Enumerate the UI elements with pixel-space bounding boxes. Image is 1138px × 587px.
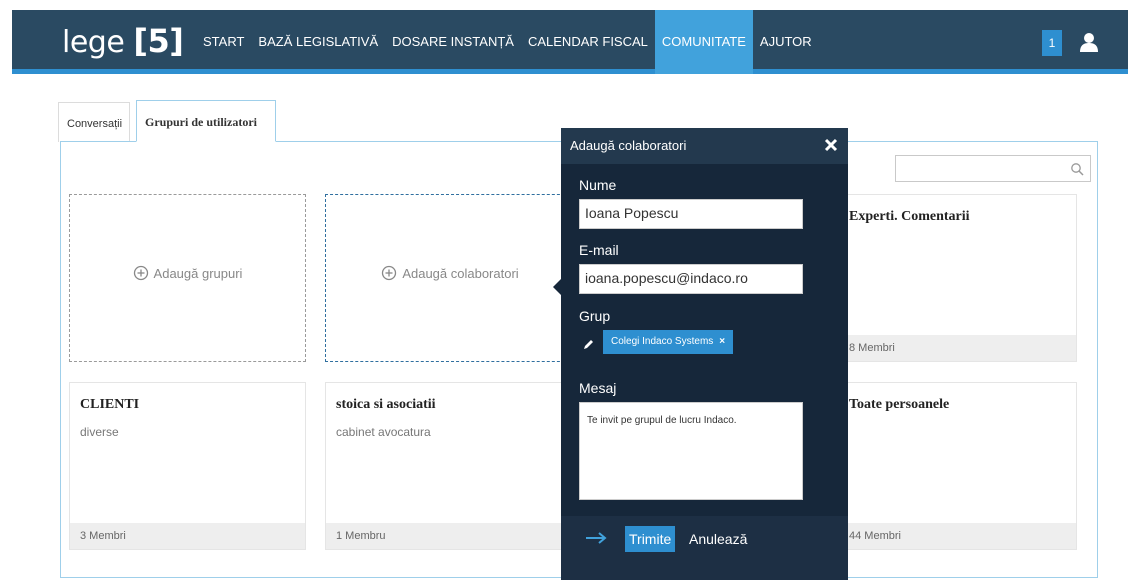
group-subtitle: diverse [80,425,119,439]
menu-item-ajutor[interactable]: AJUTOR [753,10,819,74]
logo-word: lege [62,25,125,60]
email-field[interactable]: ioana.popescu@indaco.ro [579,264,803,294]
plus-circle-icon [133,265,148,281]
logo-close-bracket: ] [169,22,184,60]
group-card-clienti[interactable]: CLIENTI diverse 3 Membri [69,382,306,550]
group-card-experti[interactable]: Experti. Comentarii 8 Membri [838,194,1077,362]
menu-item-baza-legislativa[interactable]: BAZĂ LEGISLATIVĂ [251,10,385,74]
group-members-count: 1 Membru [326,523,574,549]
menu-item-start[interactable]: START [196,10,251,74]
group-title: Experti. Comentarii [849,209,970,224]
pencil-icon[interactable] [582,338,595,351]
dialog-footer: Trimite Anulează [561,516,848,580]
chip-remove-icon[interactable]: × [719,336,725,347]
group-card-stoica[interactable]: stoica si asociatii cabinet avocatura 1 … [325,382,575,550]
logo[interactable]: lege [5] [62,22,184,60]
dialog-title: Adaugă colaboratori [570,138,687,153]
plus-circle-icon [382,265,397,281]
main-menu: START BAZĂ LEGISLATIVĂ DOSARE INSTANȚĂ C… [196,10,819,74]
group-members-count: 44 Membri [839,523,1076,549]
close-icon[interactable] [824,138,838,152]
message-textarea[interactable]: Te invit pe grupul de lucru Indaco. [579,402,803,500]
group-card-toate[interactable]: Toate persoanele 44 Membri [838,382,1077,550]
cancel-button[interactable]: Anulează [689,526,747,552]
dialog-header: Adaugă colaboratori [561,128,848,164]
tab-user-groups[interactable]: Grupuri de utilizatori [136,100,276,142]
add-collaborators-label: Adaugă colaboratori [402,265,519,281]
menu-item-dosare-instanta[interactable]: DOSARE INSTANȚĂ [385,10,521,74]
menu-item-calendar-fiscal[interactable]: CALENDAR FISCAL [521,10,655,74]
group-label: Grup [579,308,611,324]
group-chip-label: Colegi Indaco Systems [611,336,714,347]
email-label: E-mail [579,242,619,258]
user-icon[interactable] [1076,30,1102,56]
message-label: Mesaj [579,380,617,396]
name-field[interactable]: Ioana Popescu [579,199,803,229]
send-button[interactable]: Trimite [625,526,676,552]
group-subtitle: cabinet avocatura [336,425,431,439]
group-members-count: 3 Membri [70,523,305,549]
group-members-count: 8 Membri [839,335,1076,361]
add-groups-label: Adaugă grupuri [153,265,243,281]
add-groups-card[interactable]: Adaugă grupuri [69,194,306,362]
add-collaborators-card[interactable]: Adaugă colaboratori [325,194,575,362]
notification-badge[interactable]: 1 [1042,30,1062,56]
group-chip[interactable]: Colegi Indaco Systems × [603,330,734,354]
top-navbar: lege [5] START BAZĂ LEGISLATIVĂ DOSARE I… [12,10,1128,74]
group-title: CLIENTI [80,397,140,412]
search-input[interactable] [895,155,1091,182]
tab-conversations[interactable]: Conversații [58,102,130,142]
search-icon[interactable] [1070,162,1084,176]
name-label: Nume [579,177,617,193]
arrow-right-icon [586,532,607,544]
logo-open-bracket: [ [133,22,148,60]
add-collaborators-dialog: Adaugă colaboratori Nume Ioana Popescu E… [561,128,848,580]
group-title: stoica si asociatii [336,397,436,412]
group-title: Toate persoanele [849,397,950,412]
logo-number: 5 [147,22,170,60]
menu-item-comunitate[interactable]: COMUNITATE [654,10,753,74]
